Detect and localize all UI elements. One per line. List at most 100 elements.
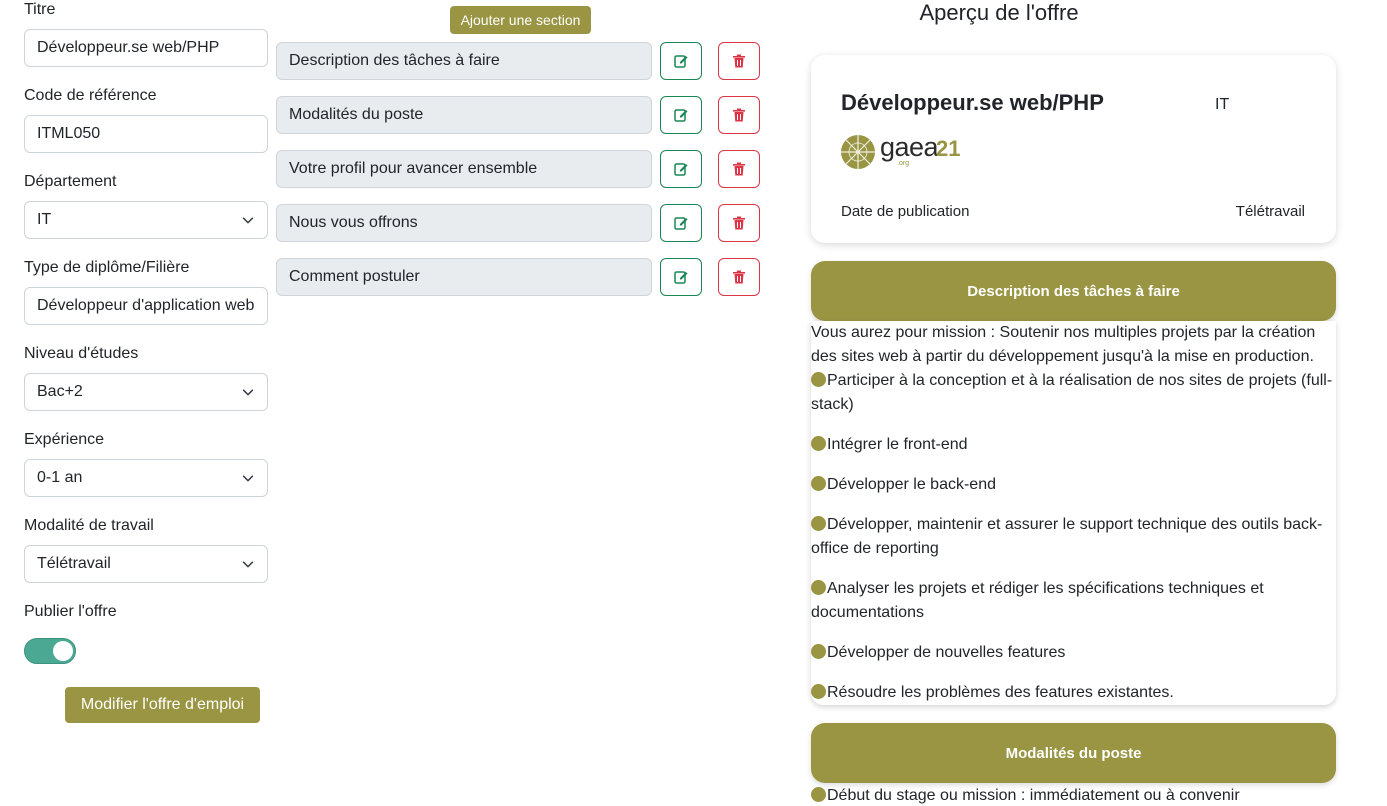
company-logo: gaea 21 .org <box>840 132 960 172</box>
bullet-dot-icon <box>811 436 826 451</box>
logo-org: .org <box>897 160 910 167</box>
bullet-item: Développer le back-end <box>811 473 1336 513</box>
delete-section-button[interactable] <box>718 204 760 242</box>
trash-icon <box>733 270 745 284</box>
bullet-text: Participer à la conception et à la réali… <box>811 372 1333 413</box>
chevron-down-icon <box>242 389 254 396</box>
bullet-text: Résoudre les problèmes des features exis… <box>827 684 1174 701</box>
department-select-value: IT <box>37 211 52 228</box>
reference-code-value: ITML050 <box>37 125 101 142</box>
chevron-down-icon <box>242 217 254 224</box>
bullet-dot-icon <box>811 476 826 491</box>
section-name-field[interactable]: Nous vous offrons <box>276 204 652 242</box>
logo-wordmark: gaea <box>880 132 939 162</box>
work-mode-value: Télétravail <box>37 555 111 572</box>
experience-select[interactable]: 0-1 an <box>24 459 268 497</box>
preview-job-title: Développeur.se web/PHP <box>841 90 1104 115</box>
edit-icon <box>674 217 688 230</box>
diploma-input[interactable]: Développeur d'application web <box>24 287 268 325</box>
toggle-knob <box>53 641 73 661</box>
delete-section-button[interactable] <box>718 96 760 134</box>
publish-label: Publier l'offre <box>24 603 117 620</box>
bullet-text: Développer le back-end <box>827 476 996 493</box>
preview-section-body: Vous aurez pour mission : Soutenir nos m… <box>811 321 1336 705</box>
trash-icon <box>733 54 745 68</box>
section-name-field[interactable]: Description des tâches à faire <box>276 42 652 80</box>
delete-section-button[interactable] <box>718 258 760 296</box>
bullet-dot-icon <box>811 787 826 802</box>
bullet-item: Début du stage ou mission : immédiatemen… <box>811 784 1336 806</box>
delete-section-button[interactable] <box>718 150 760 188</box>
preview-work-mode: Télétravail <box>1235 203 1305 220</box>
bullet-dot-icon <box>811 516 826 531</box>
bullet-text: Début du stage ou mission : immédiatemen… <box>827 787 1240 804</box>
delete-section-button[interactable] <box>718 42 760 80</box>
publication-date-label: Date de publication <box>841 203 970 220</box>
logo-emblem-icon <box>841 135 875 169</box>
edit-section-button[interactable] <box>660 150 702 188</box>
edit-section-button[interactable] <box>660 258 702 296</box>
reference-code-input[interactable]: ITML050 <box>24 115 268 153</box>
section-name-field[interactable]: Modalités du poste <box>276 96 652 134</box>
bullet-text: Intégrer le front-end <box>827 436 968 453</box>
bullet-dot-icon <box>811 644 826 659</box>
section-row: Votre profil pour avancer ensemble <box>276 150 760 188</box>
title-label: Titre <box>24 1 56 18</box>
add-section-button[interactable]: Ajouter une section <box>450 6 591 34</box>
department-label: Département <box>24 173 117 190</box>
bullet-text: Analyser les projets et rédiger les spéc… <box>811 580 1264 621</box>
education-level-select[interactable]: Bac+2 <box>24 373 268 411</box>
trash-icon <box>733 216 745 230</box>
edit-icon <box>674 55 688 68</box>
section-row: Nous vous offrons <box>276 204 760 242</box>
experience-label: Expérience <box>24 431 105 448</box>
edit-icon <box>674 109 688 122</box>
education-level-value: Bac+2 <box>37 383 83 400</box>
section-intro: Vous aurez pour mission : Soutenir nos m… <box>811 324 1316 365</box>
bullet-item: Développer de nouvelles features <box>811 641 1336 681</box>
edit-icon <box>674 271 688 284</box>
edit-section-button[interactable] <box>660 42 702 80</box>
preview-section-header[interactable]: Description des tâches à faire <box>811 261 1336 321</box>
update-offer-button[interactable]: Modifier l'offre d'emploi <box>65 687 260 723</box>
bullet-item: Analyser les projets et rédiger les spéc… <box>811 577 1336 641</box>
trash-icon <box>733 108 745 122</box>
work-mode-label: Modalité de travail <box>24 517 154 534</box>
bullet-text: Développer de nouvelles features <box>827 644 1066 661</box>
education-level-label: Niveau d'études <box>24 345 139 362</box>
experience-value: 0-1 an <box>37 469 83 486</box>
edit-icon <box>674 163 688 176</box>
preview-section-body: Début du stage ou mission : immédiatemen… <box>811 784 1336 806</box>
bullet-dot-icon <box>811 580 826 595</box>
reference-code-label: Code de référence <box>24 87 157 104</box>
preview-department: IT <box>1215 96 1230 113</box>
offer-preview-card: Développeur.se web/PHP IT gaea 21 .org D… <box>811 55 1336 243</box>
preview-heading: Aperçu de l'offre <box>919 0 1079 25</box>
chevron-down-icon <box>242 561 254 568</box>
bullet-text: Développer, maintenir et assurer le supp… <box>811 516 1323 557</box>
preview-section-header[interactable]: Modalités du poste <box>811 723 1336 783</box>
bullet-item: Intégrer le front-end <box>811 433 1336 473</box>
section-name-field[interactable]: Comment postuler <box>276 258 652 296</box>
title-input-value: Développeur.se web/PHP <box>37 39 220 56</box>
bullet-dot-icon <box>811 372 826 387</box>
edit-section-button[interactable] <box>660 204 702 242</box>
section-name-field[interactable]: Votre profil pour avancer ensemble <box>276 150 652 188</box>
bullet-item: Résoudre les problèmes des features exis… <box>811 681 1336 705</box>
logo-number: 21 <box>936 136 961 161</box>
chevron-down-icon <box>242 475 254 482</box>
bullet-item: Développer, maintenir et assurer le supp… <box>811 513 1336 577</box>
department-select[interactable]: IT <box>24 201 268 239</box>
section-row: Comment postuler <box>276 258 760 296</box>
title-input[interactable]: Développeur.se web/PHP <box>24 29 268 67</box>
diploma-label: Type de diplôme/Filière <box>24 259 190 276</box>
diploma-input-value: Développeur d'application web <box>37 297 255 314</box>
section-row: Description des tâches à faire <box>276 42 760 80</box>
trash-icon <box>733 162 745 176</box>
work-mode-select[interactable]: Télétravail <box>24 545 268 583</box>
bullet-dot-icon <box>811 684 826 699</box>
section-row: Modalités du poste <box>276 96 760 134</box>
bullet-item: Participer à la conception et à la réali… <box>811 369 1336 433</box>
publish-toggle[interactable] <box>24 638 76 664</box>
edit-section-button[interactable] <box>660 96 702 134</box>
